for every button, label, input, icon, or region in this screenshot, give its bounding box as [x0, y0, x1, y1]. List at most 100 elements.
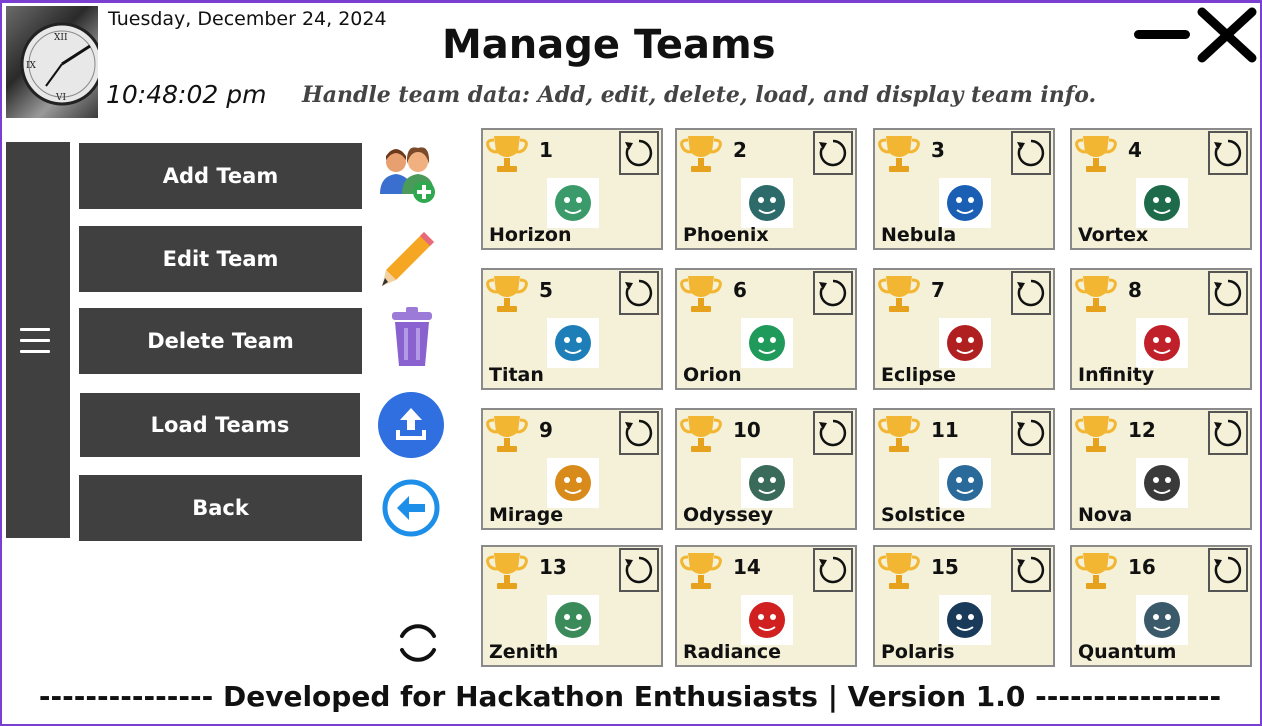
clock-image: XII IX VI — [6, 6, 98, 118]
team-number: 13 — [539, 555, 567, 579]
reset-icon — [1017, 139, 1045, 167]
team-number: 16 — [1128, 555, 1156, 579]
svg-text:XII: XII — [54, 33, 68, 43]
upload-icon[interactable] — [378, 392, 444, 458]
team-logo — [939, 178, 991, 228]
team-logo — [1136, 318, 1188, 368]
load-teams-button[interactable]: Load Teams — [80, 393, 360, 457]
reset-icon — [625, 419, 653, 447]
team-number: 7 — [931, 278, 945, 302]
trophy-icon — [1075, 549, 1117, 593]
team-number: 4 — [1128, 138, 1142, 162]
reset-button[interactable] — [619, 411, 659, 455]
reset-button[interactable] — [1208, 411, 1248, 455]
team-card[interactable]: 15 Polaris — [873, 545, 1055, 667]
team-number: 8 — [1128, 278, 1142, 302]
footer-text: --------------- Developed for Hackathon … — [38, 680, 1222, 713]
minimize-button[interactable] — [1134, 24, 1192, 44]
team-card[interactable]: 12 Nova — [1070, 408, 1252, 530]
reset-button[interactable] — [619, 131, 659, 175]
trophy-icon — [878, 549, 920, 593]
reset-icon — [819, 556, 847, 584]
team-card[interactable]: 10 Odyssey — [675, 408, 857, 530]
close-button[interactable] — [1196, 6, 1258, 64]
loading-spinner-icon — [394, 618, 442, 668]
team-card[interactable]: 5 Titan — [481, 268, 663, 390]
reset-button[interactable] — [1011, 411, 1051, 455]
team-logo — [547, 318, 599, 368]
team-card[interactable]: 2 Phoenix — [675, 128, 857, 250]
team-card[interactable]: 4 Vortex — [1070, 128, 1252, 250]
team-name: Nebula — [881, 224, 957, 246]
back-arrow-icon[interactable] — [381, 476, 447, 542]
reset-icon — [625, 556, 653, 584]
reset-icon — [625, 279, 653, 307]
trophy-icon — [1075, 132, 1117, 176]
reset-button[interactable] — [1208, 548, 1248, 592]
reset-icon — [1017, 419, 1045, 447]
reset-icon — [819, 279, 847, 307]
team-logo — [741, 458, 793, 508]
team-name: Nova — [1078, 504, 1133, 526]
trophy-icon — [1075, 272, 1117, 316]
team-card[interactable]: 1 Horizon — [481, 128, 663, 250]
team-logo — [939, 458, 991, 508]
team-name: Vortex — [1078, 224, 1149, 246]
reset-button[interactable] — [813, 131, 853, 175]
reset-icon — [1214, 139, 1242, 167]
team-number: 12 — [1128, 418, 1156, 442]
team-name: Odyssey — [683, 504, 774, 526]
team-number: 10 — [733, 418, 761, 442]
add-team-button[interactable]: Add Team — [79, 143, 362, 209]
edit-team-button[interactable]: Edit Team — [79, 226, 362, 292]
reset-icon — [1017, 556, 1045, 584]
trash-icon[interactable] — [380, 304, 446, 370]
team-number: 1 — [539, 138, 553, 162]
team-name: Zenith — [489, 641, 559, 663]
team-name: Mirage — [489, 504, 564, 526]
team-card[interactable]: 11 Solstice — [873, 408, 1055, 530]
svg-text:VI: VI — [55, 93, 66, 103]
team-card[interactable]: 13 Zenith — [481, 545, 663, 667]
team-name: Infinity — [1078, 364, 1155, 386]
team-card[interactable]: 6 Orion — [675, 268, 857, 390]
reset-button[interactable] — [619, 548, 659, 592]
team-number: 14 — [733, 555, 761, 579]
team-number: 15 — [931, 555, 959, 579]
menu-icon[interactable] — [20, 328, 50, 356]
team-card[interactable]: 7 Eclipse — [873, 268, 1055, 390]
reset-button[interactable] — [813, 548, 853, 592]
team-logo — [741, 318, 793, 368]
team-name: Radiance — [683, 641, 782, 663]
team-logo — [741, 178, 793, 228]
team-card[interactable]: 14 Radiance — [675, 545, 857, 667]
reset-icon — [1214, 556, 1242, 584]
trophy-icon — [878, 412, 920, 456]
reset-icon — [819, 139, 847, 167]
reset-button[interactable] — [1208, 131, 1248, 175]
reset-button[interactable] — [1011, 131, 1051, 175]
team-card[interactable]: 16 Quantum — [1070, 545, 1252, 667]
reset-button[interactable] — [1011, 271, 1051, 315]
close-icon — [1197, 7, 1257, 63]
delete-team-button[interactable]: Delete Team — [79, 308, 362, 374]
team-number: 3 — [931, 138, 945, 162]
team-name: Eclipse — [881, 364, 957, 386]
add-user-icon[interactable] — [376, 142, 442, 208]
reset-button[interactable] — [1208, 271, 1248, 315]
team-card[interactable]: 8 Infinity — [1070, 268, 1252, 390]
trophy-icon — [878, 272, 920, 316]
back-button[interactable]: Back — [79, 475, 362, 541]
svg-text:IX: IX — [26, 61, 37, 71]
current-time: 10:48:02 pm — [106, 80, 267, 109]
team-card[interactable]: 9 Mirage — [481, 408, 663, 530]
reset-icon — [819, 419, 847, 447]
team-card[interactable]: 3 Nebula — [873, 128, 1055, 250]
reset-button[interactable] — [813, 271, 853, 315]
reset-button[interactable] — [813, 411, 853, 455]
trophy-icon — [486, 412, 528, 456]
trophy-icon — [680, 549, 722, 593]
reset-button[interactable] — [1011, 548, 1051, 592]
reset-button[interactable] — [619, 271, 659, 315]
pencil-icon[interactable] — [376, 226, 442, 292]
